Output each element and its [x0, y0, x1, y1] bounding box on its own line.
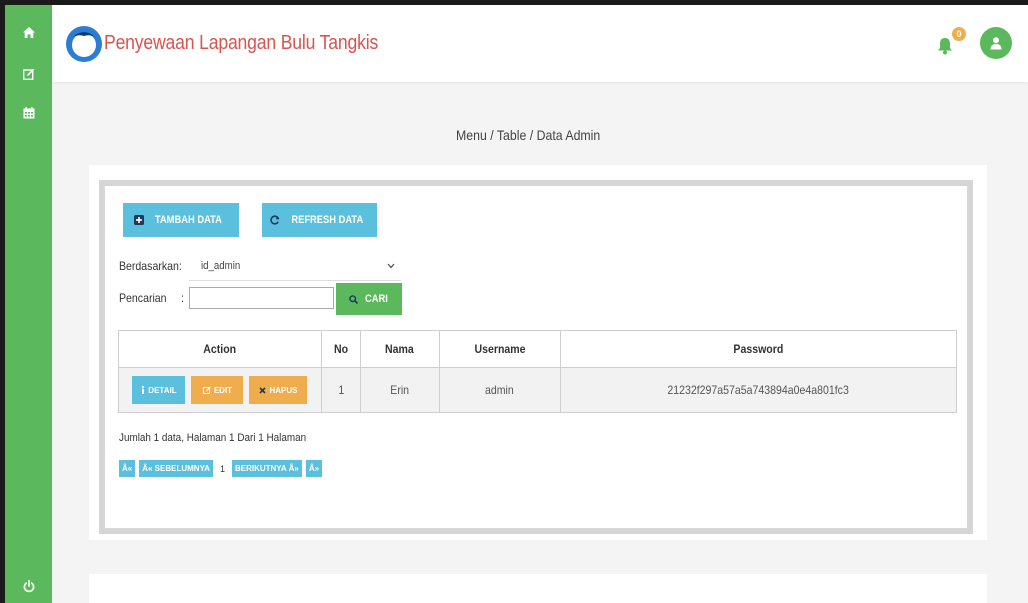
col-header-password: Password — [559, 330, 958, 368]
current-page: 1 — [219, 463, 225, 474]
footer-card — [89, 574, 987, 603]
edit-button[interactable]: EDIT — [191, 376, 244, 404]
edit-icon — [202, 386, 211, 394]
detail-label: DETAIL — [148, 385, 177, 395]
col-header-no: No — [320, 330, 361, 368]
refresh-data-label: REFRESH DATA — [291, 214, 363, 226]
cell-nama: Erin — [359, 367, 440, 413]
search-button[interactable]: CARI — [336, 283, 402, 315]
refresh-icon — [269, 215, 280, 225]
col-header-username: Username — [438, 330, 561, 368]
table-header-row: Action No Nama Username Password — [118, 330, 958, 368]
table-row: DETAIL EDIT HAPUS 1 Erin admin 21232f297… — [118, 367, 958, 413]
chevron-down-icon — [387, 263, 395, 268]
top-navbar: Penyewaan Lapangan Bulu Tangkis 0 — [52, 5, 1028, 82]
notification-badge: 0 — [952, 27, 966, 41]
action-cell: DETAIL EDIT HAPUS — [118, 367, 322, 413]
filter-by-value: id_admin — [201, 259, 241, 272]
col-header-nama: Nama — [359, 330, 440, 368]
next-page-button[interactable]: BERIKUTNYA Â» — [231, 460, 302, 477]
last-page-button[interactable]: Â» — [305, 460, 323, 477]
edit-label: EDIT — [213, 385, 233, 395]
home-icon[interactable] — [5, 27, 52, 38]
close-icon — [259, 386, 267, 394]
sidebar — [5, 5, 52, 603]
detail-button[interactable]: DETAIL — [132, 376, 186, 404]
search-colon: : — [181, 291, 184, 305]
user-avatar[interactable] — [980, 27, 1012, 59]
calendar-icon[interactable] — [5, 107, 52, 119]
delete-label: HAPUS — [269, 385, 298, 395]
plus-square-icon — [134, 215, 145, 225]
cell-password: 21232f297a57a5a743894a0e4a801fc3 — [559, 367, 958, 413]
delete-button[interactable]: HAPUS — [249, 376, 308, 404]
breadcrumb: Menu / Table / Data Admin — [456, 127, 601, 143]
refresh-data-button[interactable]: REFRESH DATA — [262, 203, 377, 237]
search-label: Pencarian — [119, 291, 167, 305]
filter-by-label: Berdasarkan: — [119, 259, 182, 273]
power-icon[interactable] — [5, 580, 52, 593]
pagination-summary: Jumlah 1 data, Halaman 1 Dari 1 Halaman — [119, 432, 307, 444]
data-table: Action No Nama Username Password DETAIL … — [118, 330, 958, 413]
col-header-action: Action — [118, 330, 322, 368]
prev-page-button[interactable]: Â« SEBELUMNYA — [139, 460, 213, 477]
edit-icon[interactable] — [5, 68, 52, 80]
first-page-button[interactable]: Â« — [119, 460, 136, 477]
cell-no: 1 — [320, 367, 361, 413]
pagination: Â« Â« SEBELUMNYA 1 BERIKUTNYA Â» Â» — [119, 460, 323, 477]
search-button-label: CARI — [364, 293, 388, 305]
info-icon — [142, 386, 145, 394]
app-title: Penyewaan Lapangan Bulu Tangkis — [104, 32, 379, 54]
search-input[interactable] — [189, 287, 334, 309]
add-data-label: TAMBAH DATA — [154, 214, 222, 226]
cell-username: admin — [438, 367, 561, 413]
add-data-button[interactable]: TAMBAH DATA — [123, 203, 239, 237]
filter-by-select[interactable]: id_admin — [189, 251, 401, 281]
search-icon — [348, 294, 358, 304]
app-logo — [65, 25, 103, 63]
